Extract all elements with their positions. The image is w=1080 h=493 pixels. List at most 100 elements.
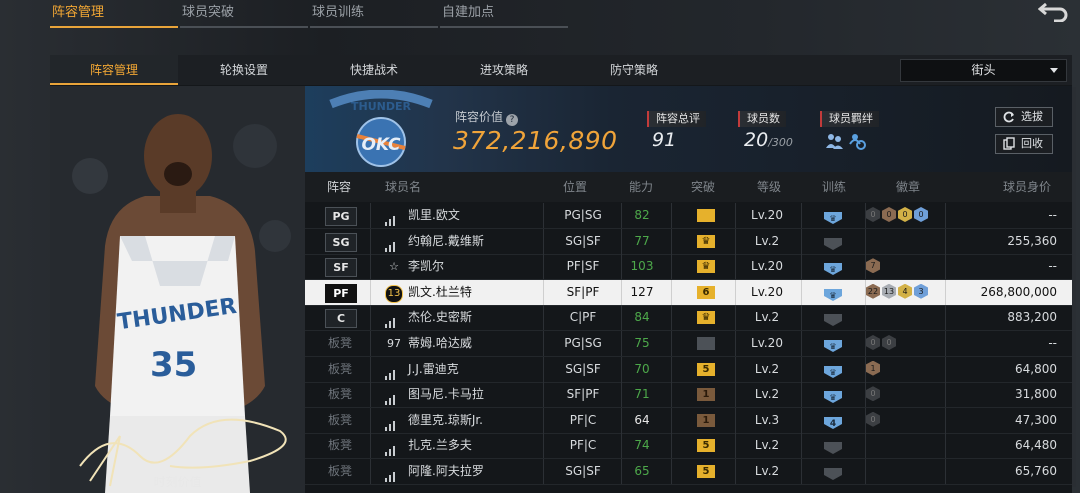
badge-hex-icon: 22 xyxy=(866,283,880,299)
stat-chemistry: 球员羁绊 xyxy=(820,107,879,127)
column-divider xyxy=(801,203,802,228)
badge-hex-icon: 0 xyxy=(866,411,880,427)
help-icon[interactable]: ? xyxy=(506,114,519,126)
player-level: Lv.2 xyxy=(754,310,780,325)
breakthrough-badge: ♛ xyxy=(697,311,715,325)
player-ability: 75 xyxy=(634,336,650,350)
player-name[interactable]: 李凯尔 xyxy=(408,254,444,279)
mode-dropdown[interactable]: 街头 xyxy=(900,59,1067,82)
badge-hex-icon: 0 xyxy=(914,207,928,222)
tab-player-training[interactable]: 球员训练 xyxy=(310,0,438,28)
col-training: 训练 xyxy=(822,180,847,194)
column-divider xyxy=(621,356,622,382)
tab-lineup-management[interactable]: 阵容管理 xyxy=(50,0,178,28)
training-shield-icon xyxy=(823,465,843,480)
col-breakthrough: 突破 xyxy=(691,180,716,194)
player-name[interactable]: 德里克.琼斯Jr. xyxy=(408,408,483,433)
column-divider xyxy=(671,356,672,382)
subtab-quick-tactics[interactable]: 快捷战术 xyxy=(310,55,438,85)
scrollbar[interactable] xyxy=(1072,87,1076,487)
player-name[interactable]: 约翰尼.戴维斯 xyxy=(408,229,484,254)
badge-hex-icon: 0 xyxy=(882,335,896,350)
column-divider xyxy=(370,356,371,382)
player-ability: 64 xyxy=(634,412,650,427)
col-ability: 能力 xyxy=(629,180,654,194)
moment-value-label: 时刻价值 xyxy=(153,475,202,489)
slot-label: 板凳 xyxy=(327,361,352,376)
table-header: 阵容 球员名 位置 能力 突破 等级 训练 徽章 球员身价 xyxy=(305,172,1072,202)
recycle-button[interactable]: 回收 xyxy=(995,134,1053,154)
logo-text: OKC xyxy=(361,135,401,155)
badge-list: 00 xyxy=(866,335,898,352)
table-row[interactable]: 板凳 阿隆.阿夫拉罗 SG|SF 65 5 Lv.2 65,760 xyxy=(305,459,1072,485)
column-divider xyxy=(801,356,802,382)
table-row[interactable]: 板凳 扎克.兰多夫 PF|C 74 5 Lv.2 64,480 xyxy=(305,433,1072,460)
column-divider xyxy=(865,433,866,459)
column-divider xyxy=(543,382,544,408)
badge-hex-icon: 13 xyxy=(882,283,896,299)
logo-arc-text: THUNDER xyxy=(351,100,411,113)
table-row[interactable]: 板凳 德里克.琼斯Jr. PF|C 64 1 Lv.3 4 0 47,300 xyxy=(305,407,1072,434)
player-name[interactable]: 图马尼.卡马拉 xyxy=(408,382,484,407)
okc-thunder-logo: THUNDER OKC xyxy=(325,89,437,170)
column-divider xyxy=(621,407,622,433)
table-row[interactable]: SF ☆ 李凯尔 PF|SF 103 ♛ Lv.20 ♛ 7 -- xyxy=(305,254,1072,281)
column-divider xyxy=(621,203,622,228)
table-row[interactable]: 板凳 J.J.雷迪克 SG|SF 70 5 Lv.2 ♛ 1 64,800 xyxy=(305,356,1072,383)
roster-value: 372,216,890 xyxy=(453,126,618,155)
table-row[interactable]: 板凳 97 蒂姆.哈达威 PG|SG 75 Lv.20 ♛ 0 0 -- xyxy=(305,331,1072,357)
player-level: Lv.20 xyxy=(751,284,783,299)
subtab-rotation[interactable]: 轮换设置 xyxy=(180,55,308,85)
subtab-lineup[interactable]: 阵容管理 xyxy=(50,55,178,85)
table-row[interactable]: C 杰伦.史密斯 C|PF 84 ♛ Lv.2 883,200 xyxy=(305,305,1072,332)
subtab-offense-strategy[interactable]: 进攻策略 xyxy=(440,55,568,85)
chemistry-icon[interactable] xyxy=(825,132,869,150)
column-divider xyxy=(801,382,802,408)
select-button[interactable]: 选拔 xyxy=(995,107,1053,127)
col-badges: 徽章 xyxy=(896,180,921,194)
player-ability: 82 xyxy=(634,208,650,222)
player-worth: 255,360 xyxy=(1007,233,1057,248)
stat-chemistry-label: 球员羁绊 xyxy=(820,111,879,127)
player-worth: 31,800 xyxy=(1015,387,1057,402)
table-row[interactable]: PF 13 凯文.杜兰特 SF|PF 127 6 Lv.20 ♛ 22 13 4 3 268,800,0… xyxy=(305,279,1072,306)
tab-custom-points[interactable]: 自建加点 xyxy=(440,0,568,28)
player-name[interactable]: 蒂姆.哈达威 xyxy=(408,331,472,356)
tab-player-breakthrough[interactable]: 球员突破 xyxy=(180,0,308,28)
player-name[interactable]: 阿隆.阿夫拉罗 xyxy=(408,459,484,484)
breakthrough-badge: ♛ xyxy=(697,234,715,248)
badge-list: 0 xyxy=(866,411,882,429)
table-row[interactable]: 板凳 图马尼.卡马拉 SF|PF 71 1 Lv.2 ♛ 0 31,800 xyxy=(305,382,1072,409)
signal-icon xyxy=(385,440,397,457)
player-name[interactable]: J.J.雷迪克 xyxy=(408,357,459,382)
column-divider xyxy=(543,228,544,254)
player-name[interactable]: 扎克.兰多夫 xyxy=(408,433,472,458)
player-illustration: THUNDER 35 xyxy=(50,86,305,493)
column-divider xyxy=(621,305,622,331)
subtab-defense-strategy[interactable]: 防守策略 xyxy=(570,55,698,85)
breakthrough-badge: 5 xyxy=(697,439,715,453)
svg-text:35: 35 xyxy=(150,345,197,385)
column-divider xyxy=(543,305,544,331)
player-name[interactable]: 凯文.杜兰特 xyxy=(408,280,472,305)
player-worth: 65,760 xyxy=(1015,464,1057,478)
player-name[interactable]: 凯里.欧文 xyxy=(408,203,460,228)
column-divider xyxy=(370,433,371,459)
player-name[interactable]: 杰伦.史密斯 xyxy=(408,305,472,330)
table-row[interactable]: PG 凯里.欧文 PG|SG 82 Lv.20 ♛ 0 0 0 0 -- xyxy=(305,203,1072,229)
column-divider xyxy=(543,254,544,280)
player-worth: 47,300 xyxy=(1015,412,1057,427)
column-divider xyxy=(801,459,802,484)
badge-hex-icon: 4 xyxy=(898,283,912,299)
signal-icon xyxy=(385,364,397,380)
back-arrow-icon[interactable] xyxy=(1037,0,1072,23)
col-slot: 阵容 xyxy=(327,180,352,194)
column-divider xyxy=(671,279,672,305)
player-worth: -- xyxy=(1048,259,1057,274)
stat-player-count-label: 球员数 xyxy=(738,111,786,127)
table-row[interactable]: SG 约翰尼.戴维斯 SG|SF 77 ♛ Lv.2 255,360 xyxy=(305,228,1072,255)
column-divider xyxy=(865,459,866,484)
player-position: PF|C xyxy=(569,438,597,453)
column-divider xyxy=(671,305,672,331)
player-level: Lv.2 xyxy=(754,361,780,376)
